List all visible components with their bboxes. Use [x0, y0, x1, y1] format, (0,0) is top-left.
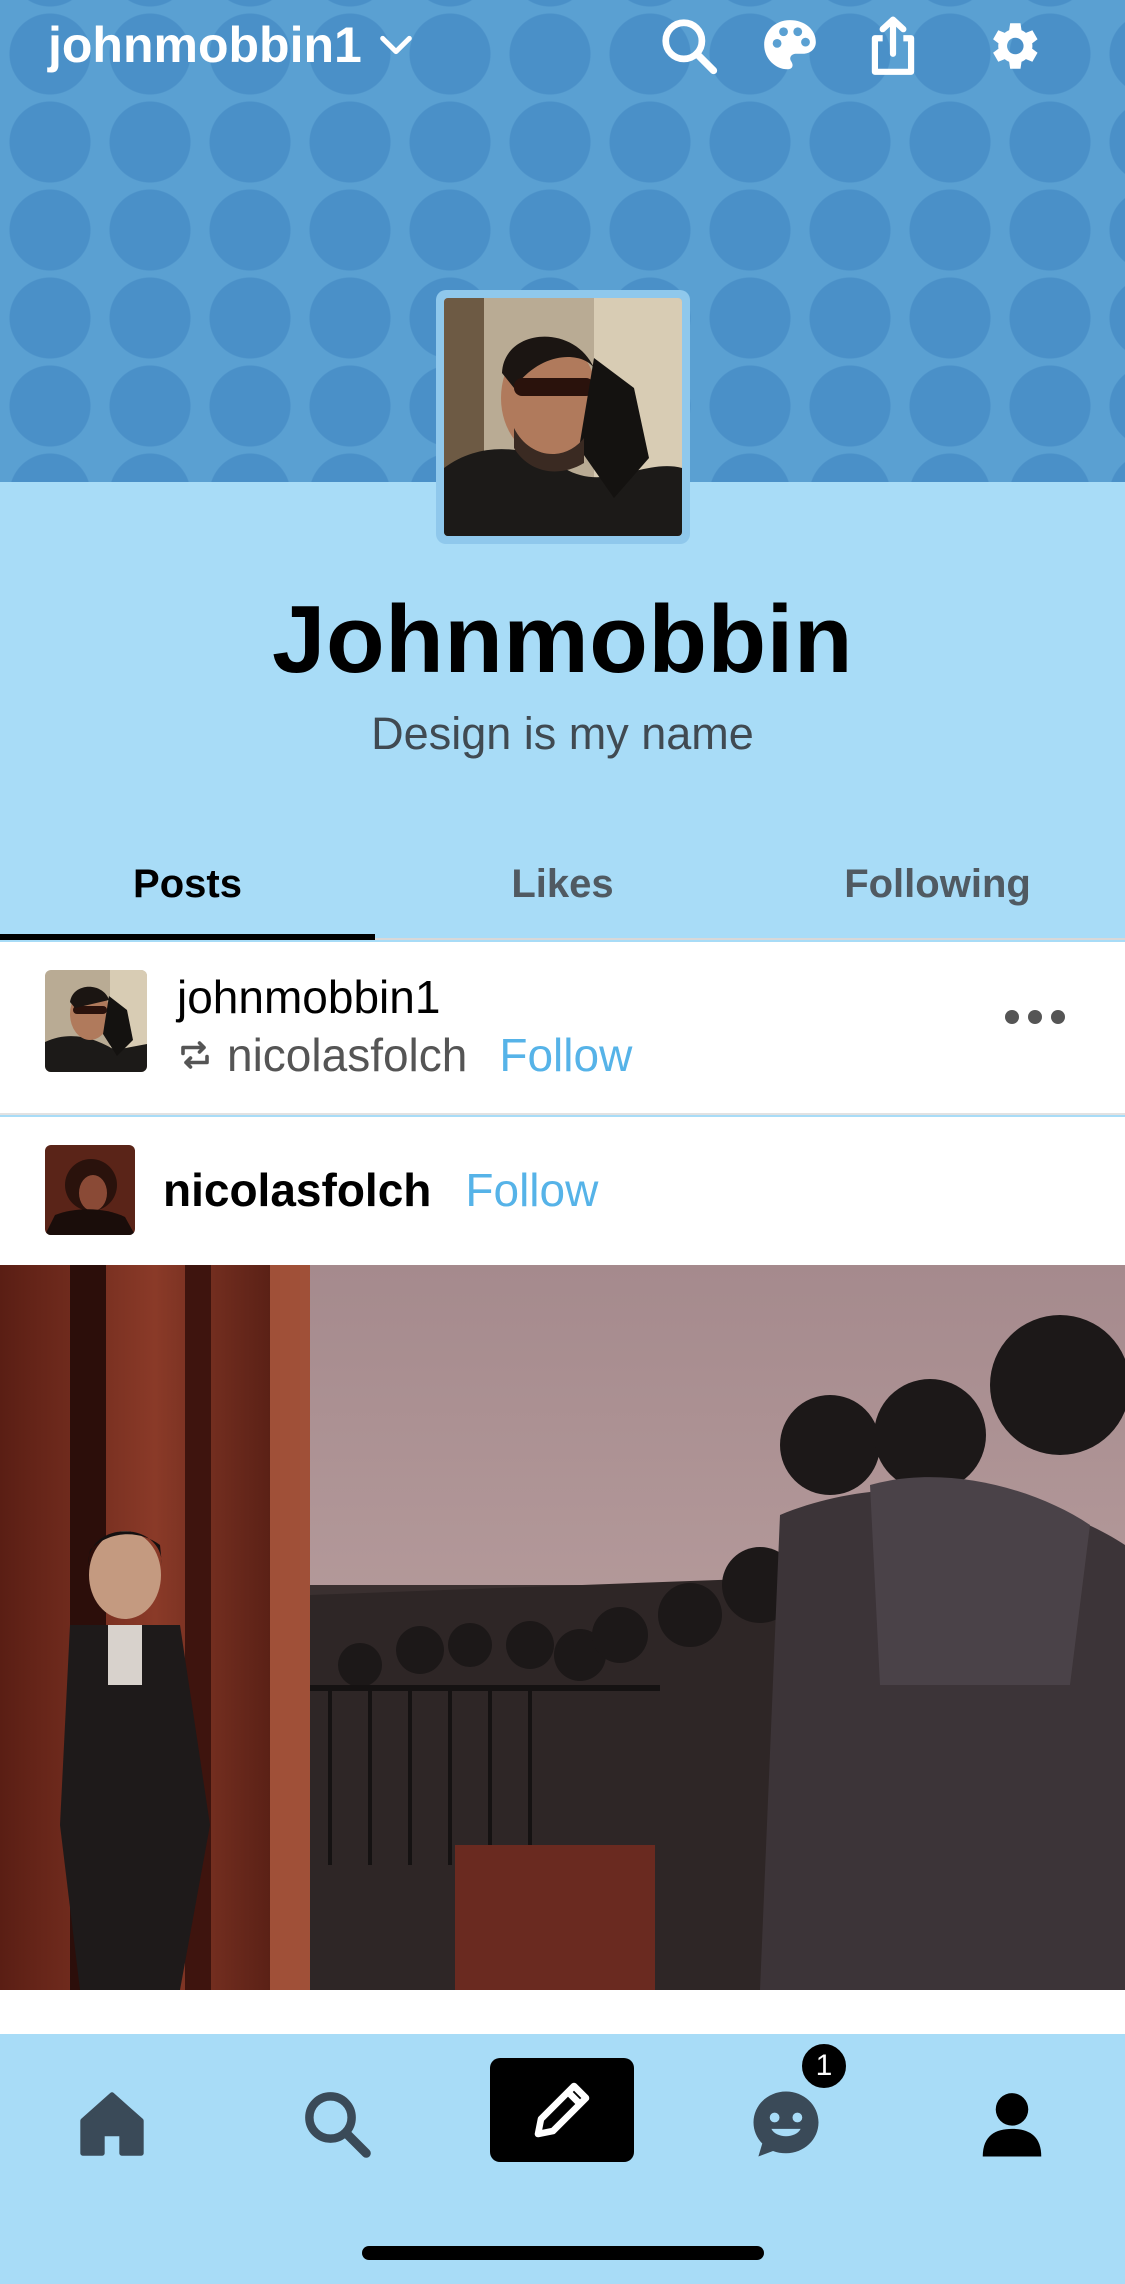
palette-button[interactable] — [756, 12, 824, 80]
nav-search[interactable] — [287, 2074, 387, 2174]
blog-title: Johnmobbin — [272, 586, 853, 693]
post-photo[interactable] — [0, 1265, 1125, 1990]
follow-source-button[interactable]: Follow — [465, 1163, 598, 1217]
reblog-source-name[interactable]: nicolasfolch — [227, 1028, 467, 1082]
post-author-name[interactable]: johnmobbin1 — [177, 970, 440, 1024]
account-icon — [982, 2093, 1042, 2157]
search-button[interactable] — [655, 12, 723, 80]
post-author-avatar[interactable] — [45, 970, 147, 1072]
home-icon — [80, 2092, 144, 2156]
chevron-down-icon — [380, 35, 412, 55]
reblog-info: nicolasfolch Follow — [177, 1028, 632, 1082]
source-post-header: nicolasfolch Follow — [0, 1117, 1125, 1265]
post-header: johnmobbin1 nicolasfolch Follow — [0, 942, 1125, 1115]
activity-icon — [753, 2091, 819, 2157]
dot-icon — [1028, 1010, 1042, 1024]
post-footer-spacer — [0, 1990, 1125, 2034]
nav-home[interactable] — [62, 2074, 162, 2174]
dot-icon — [1051, 1010, 1065, 1024]
home-indicator — [362, 2246, 764, 2260]
more-options-button[interactable] — [1005, 997, 1065, 1037]
settings-button[interactable] — [979, 12, 1047, 80]
dot-icon — [1005, 1010, 1019, 1024]
notification-badge: 1 — [798, 2040, 850, 2092]
search-icon — [662, 19, 718, 75]
compose-button[interactable] — [490, 2058, 634, 2162]
pencil-icon — [534, 2082, 590, 2138]
blog-description: Design is my name — [371, 708, 754, 759]
source-author-avatar[interactable] — [45, 1145, 135, 1235]
search-icon — [305, 2092, 371, 2158]
reblog-icon — [181, 1041, 209, 1069]
blog-switcher[interactable]: johnmobbin1 — [48, 16, 416, 74]
share-icon — [871, 16, 915, 75]
blog-name: johnmobbin1 — [48, 17, 362, 73]
follow-button[interactable]: Follow — [499, 1028, 632, 1082]
top-bar: johnmobbin1 — [0, 0, 1125, 96]
profile-tabs: Posts Likes Following — [0, 830, 1125, 940]
avatar — [444, 298, 682, 536]
blog-avatar[interactable] — [436, 290, 690, 544]
gear-icon — [993, 23, 1038, 69]
source-author-name[interactable]: nicolasfolch — [163, 1163, 431, 1217]
tab-likes[interactable]: Likes — [375, 830, 750, 938]
nav-account[interactable] — [962, 2074, 1062, 2174]
tab-following[interactable]: Following — [750, 830, 1125, 938]
share-button[interactable] — [859, 12, 927, 80]
source-author-row: nicolasfolch Follow — [163, 1163, 598, 1217]
palette-icon — [764, 20, 816, 70]
tab-posts[interactable]: Posts — [0, 830, 375, 940]
